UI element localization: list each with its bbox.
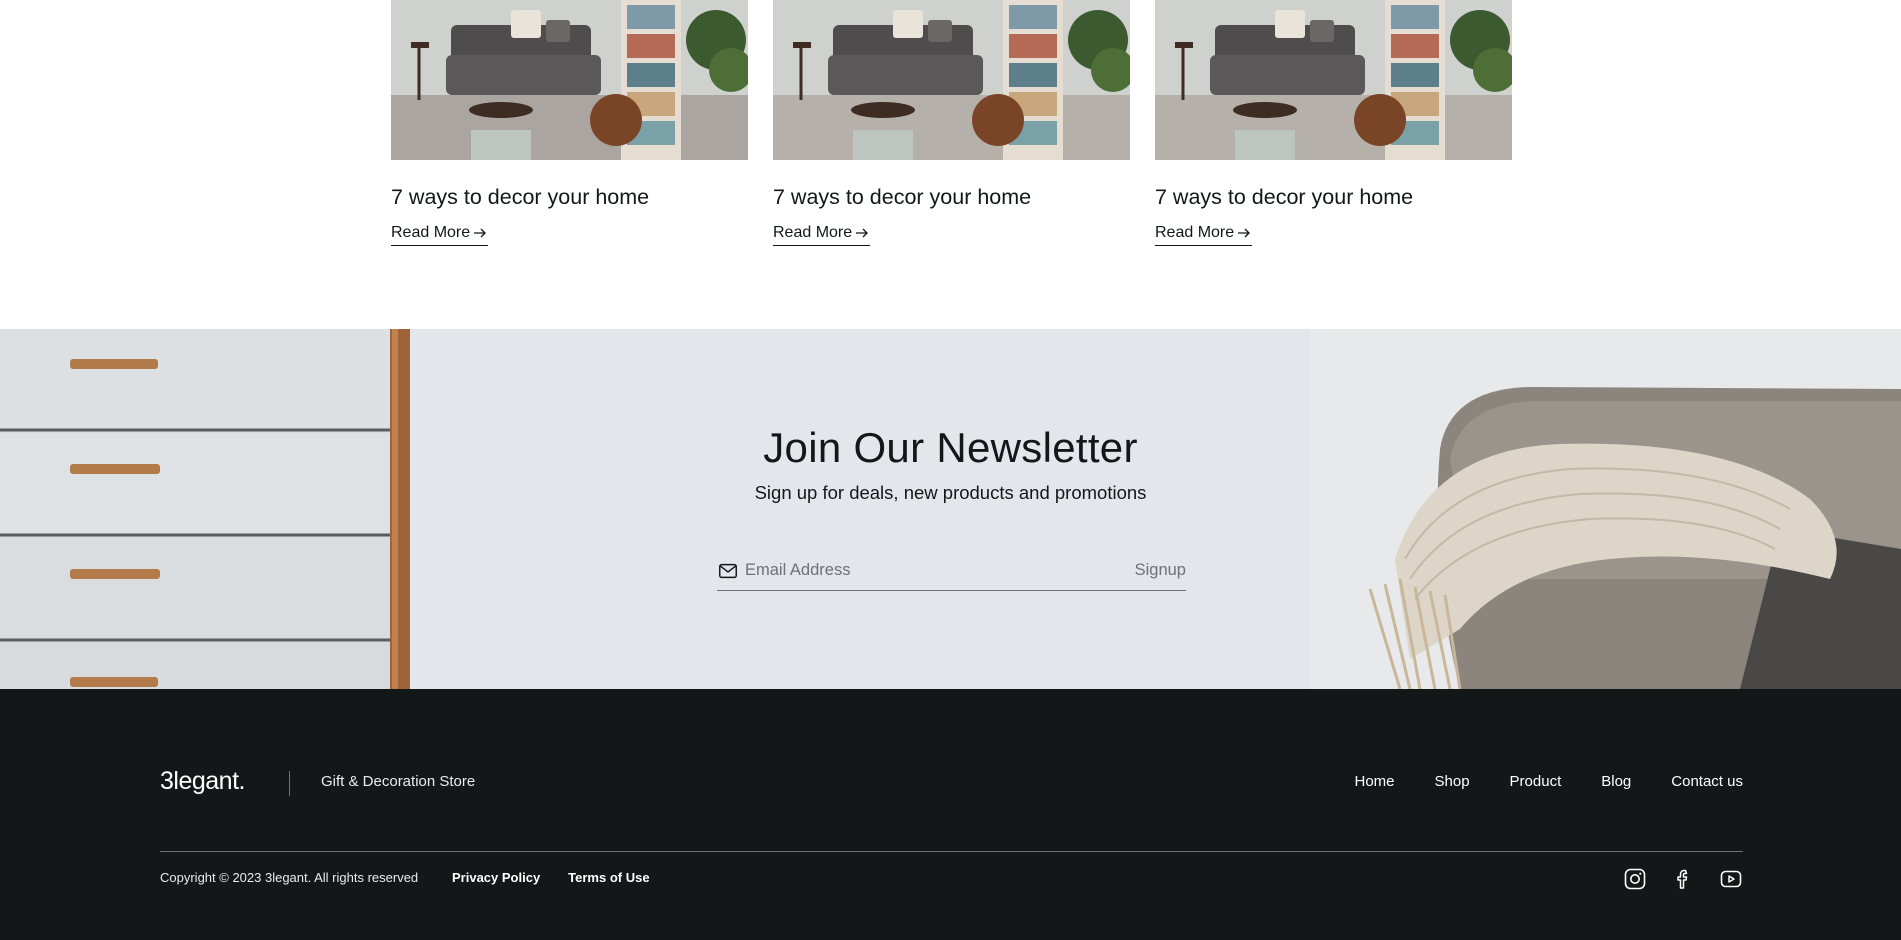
footer: 3legant. Gift & Decoration Store Home Sh… bbox=[0, 689, 1901, 940]
footer-logo[interactable]: 3legant. bbox=[160, 767, 245, 796]
blog-section: 7 ways to decor your home Read More 7 wa… bbox=[0, 0, 1901, 329]
blog-card[interactable]: 7 ways to decor your home Read More bbox=[1155, 0, 1512, 246]
arrow-right-icon bbox=[1238, 228, 1251, 238]
newsletter-form: Signup bbox=[717, 551, 1186, 591]
terms-of-use-link[interactable]: Terms of Use bbox=[568, 870, 649, 885]
arrow-right-icon bbox=[474, 228, 487, 238]
blog-card-title[interactable]: 7 ways to decor your home bbox=[773, 185, 1031, 210]
blog-card-image[interactable] bbox=[773, 0, 1130, 160]
newsletter-subheading: Sign up for deals, new products and prom… bbox=[754, 482, 1147, 503]
facebook-icon[interactable] bbox=[1671, 867, 1695, 891]
read-more-link[interactable]: Read More bbox=[773, 224, 871, 246]
email-input[interactable] bbox=[745, 555, 1135, 586]
read-more-label: Read More bbox=[773, 224, 853, 241]
read-more-label: Read More bbox=[391, 224, 471, 241]
legal-links: Privacy Policy Terms of Use bbox=[452, 870, 650, 885]
newsletter-heading: Join Our Newsletter bbox=[763, 424, 1138, 471]
copyright-text: Copyright © 2023 3legant. All rights res… bbox=[160, 870, 419, 885]
read-more-label: Read More bbox=[1155, 224, 1235, 241]
blog-card[interactable]: 7 ways to decor your home Read More bbox=[773, 0, 1130, 246]
arrow-right-icon bbox=[856, 228, 869, 238]
vertical-divider bbox=[289, 771, 290, 796]
youtube-icon[interactable] bbox=[1719, 867, 1743, 891]
blog-card-title[interactable]: 7 ways to decor your home bbox=[1155, 185, 1413, 210]
privacy-policy-link[interactable]: Privacy Policy bbox=[452, 870, 540, 885]
footer-nav-shop[interactable]: Shop bbox=[1435, 773, 1470, 790]
blog-card-image[interactable] bbox=[391, 0, 748, 160]
read-more-link[interactable]: Read More bbox=[1155, 224, 1253, 246]
instagram-icon[interactable] bbox=[1623, 867, 1647, 891]
read-more-link[interactable]: Read More bbox=[391, 224, 489, 246]
drawer-image bbox=[0, 329, 410, 689]
armchair-image bbox=[1310, 329, 1901, 689]
footer-divider bbox=[160, 851, 1743, 852]
blog-card-image[interactable] bbox=[1155, 0, 1512, 160]
social-links bbox=[1623, 867, 1743, 891]
footer-nav-product[interactable]: Product bbox=[1510, 773, 1562, 790]
footer-nav-home[interactable]: Home bbox=[1354, 773, 1394, 790]
footer-nav-blog[interactable]: Blog bbox=[1601, 773, 1631, 790]
signup-button[interactable]: Signup bbox=[1135, 561, 1186, 580]
blog-card[interactable]: 7 ways to decor your home Read More bbox=[391, 0, 748, 246]
mail-icon bbox=[717, 559, 741, 583]
blog-card-title[interactable]: 7 ways to decor your home bbox=[391, 185, 649, 210]
footer-nav-contact[interactable]: Contact us bbox=[1671, 773, 1743, 790]
footer-nav: Home Shop Product Blog Contact us bbox=[1314, 773, 1743, 790]
footer-tagline: Gift & Decoration Store bbox=[321, 773, 476, 790]
newsletter-section: Join Our Newsletter Sign up for deals, n… bbox=[0, 329, 1901, 689]
